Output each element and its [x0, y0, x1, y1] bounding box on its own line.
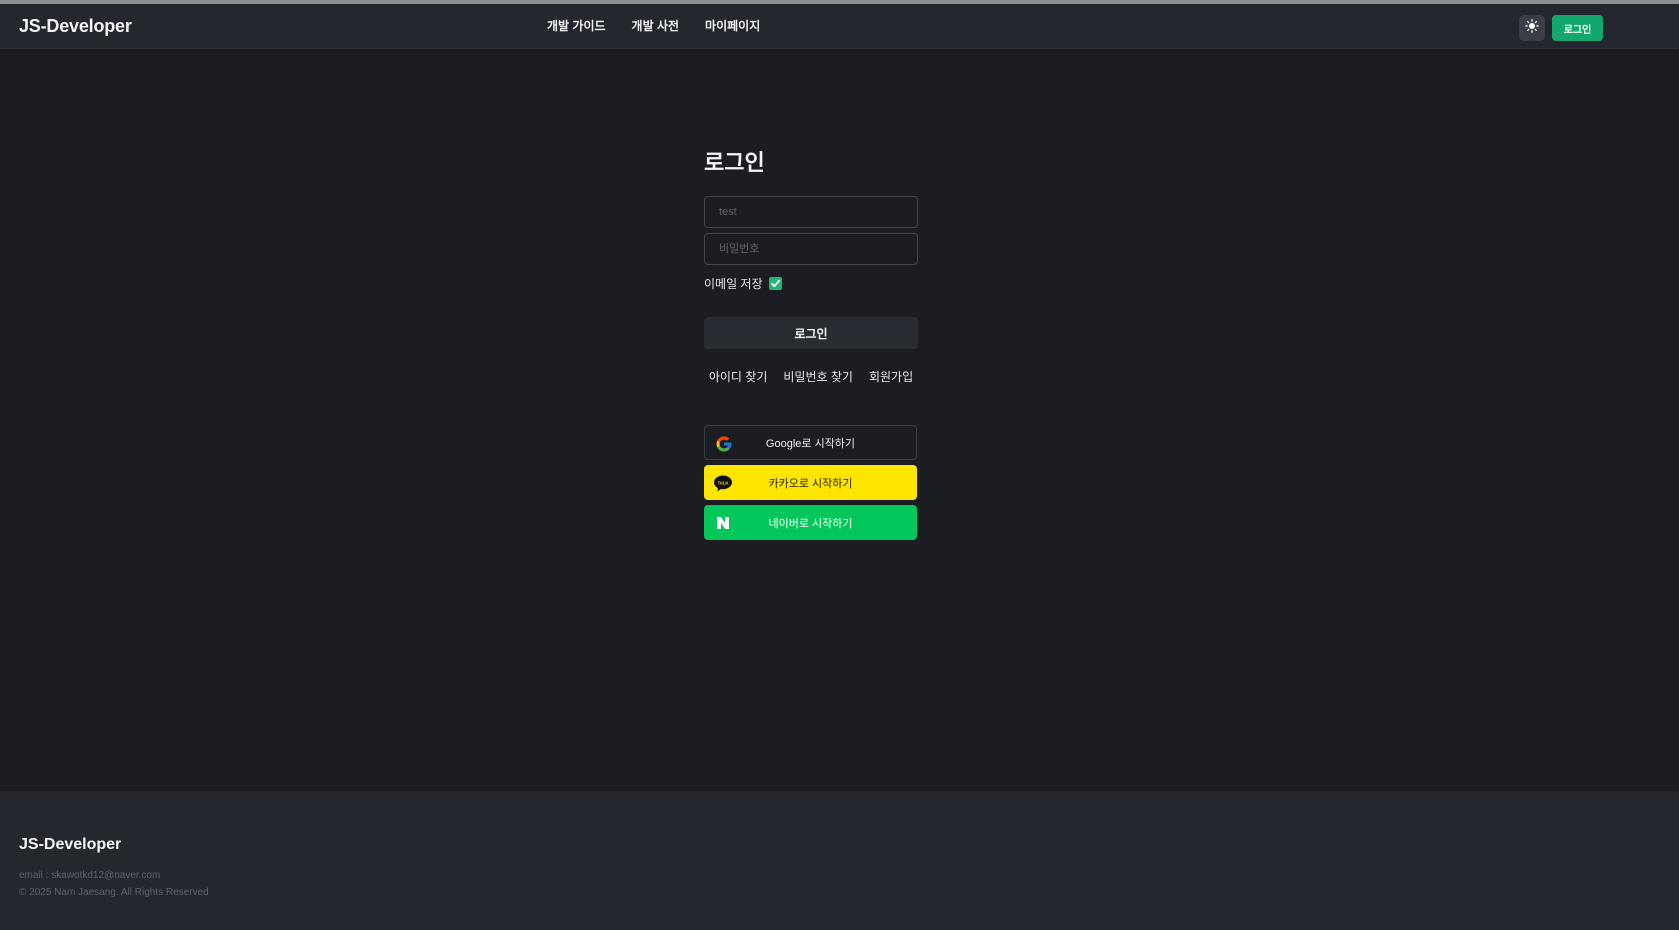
footer-email: email : skawotkd12@naver.com: [19, 870, 161, 881]
kakao-talk-icon: TALK: [713, 473, 733, 493]
site-logo[interactable]: JS-Developer: [19, 16, 132, 37]
google-login-button[interactable]: Google로 시작하기: [704, 425, 917, 460]
remember-email-label: 이메일 저장: [704, 276, 763, 291]
password-field[interactable]: [704, 233, 918, 265]
naver-icon: [713, 513, 733, 533]
check-icon: [770, 279, 780, 287]
naver-login-label: 네이버로 시작하기: [768, 517, 853, 530]
google-icon: [714, 434, 734, 454]
email-field[interactable]: [704, 196, 918, 228]
social-login: Google로 시작하기 TALK 카카오로 시작하기 네이버로 시작하기: [704, 425, 918, 540]
kakao-login-label: 카카오로 시작하기: [768, 477, 853, 490]
page-title: 로그인: [704, 150, 765, 175]
footer: JS-Developer email : skawotkd12@naver.co…: [0, 791, 1679, 930]
login-submit-button[interactable]: 로그인: [704, 317, 918, 349]
find-id-link[interactable]: 아이디 찾기: [709, 368, 768, 385]
signup-link[interactable]: 회원가입: [869, 368, 913, 385]
kakao-login-button[interactable]: TALK 카카오로 시작하기: [704, 465, 917, 500]
main-nav: 개발 가이드 개발 사전 마이페이지: [547, 17, 760, 34]
svg-text:TALK: TALK: [718, 481, 729, 486]
nav-my-page[interactable]: 마이페이지: [705, 17, 760, 34]
footer-copyright: © 2025 Nam Jaesang. All Rights Reserved: [19, 887, 209, 898]
login-form: 로그인 이메일 저장 로그인 아이디 찾기 비밀번호 찾기 회원가입 Googl: [704, 145, 918, 545]
theme-toggle-button[interactable]: [1519, 15, 1545, 41]
sun-icon: [1525, 18, 1539, 38]
find-password-link[interactable]: 비밀번호 찾기: [783, 368, 853, 385]
nav-dev-dictionary[interactable]: 개발 사전: [632, 17, 680, 34]
remember-email-checkbox[interactable]: [768, 276, 782, 290]
header: JS-Developer 개발 가이드 개발 사전 마이페이지 로그인: [0, 4, 1679, 49]
remember-email-row: 이메일 저장: [704, 274, 918, 292]
header-login-button[interactable]: 로그인: [1552, 15, 1603, 41]
naver-login-button[interactable]: 네이버로 시작하기: [704, 505, 917, 540]
footer-logo: JS-Developer: [19, 836, 122, 853]
nav-dev-guide[interactable]: 개발 가이드: [547, 17, 606, 34]
google-login-label: Google로 시작하기: [765, 437, 856, 450]
account-links: 아이디 찾기 비밀번호 찾기 회원가입: [704, 368, 918, 385]
